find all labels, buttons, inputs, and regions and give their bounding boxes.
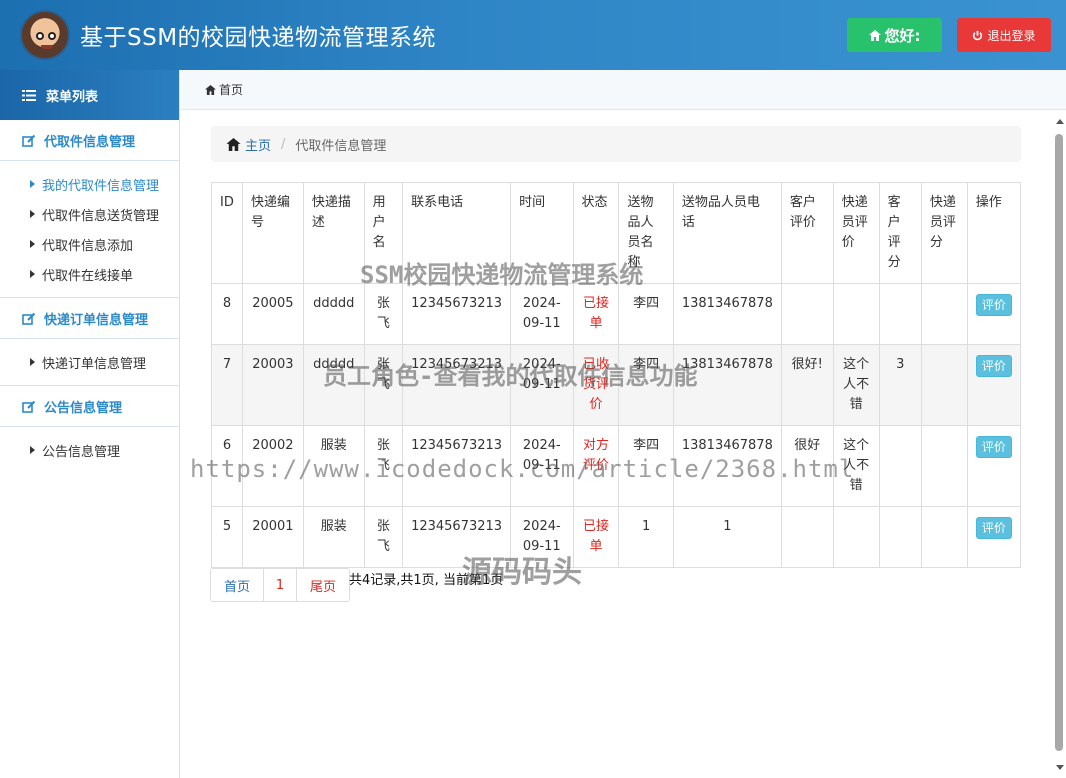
sidebar-group-label: 快递订单信息管理 [44,312,149,328]
sidebar-group-notices[interactable]: 公告信息管理 [0,386,179,427]
col-header: 快递描述 [302,182,365,284]
vertical-scrollbar[interactable] [1053,111,1066,778]
col-header: 操作 [966,182,1022,284]
sidebar-group-orders[interactable]: 快递订单信息管理 [0,298,179,339]
sidebar-item-my-pickups[interactable]: 我的代取件信息管理 [0,169,179,199]
caret-right-icon [30,180,35,188]
app-logo [20,10,70,60]
app-title: 基于SSM的校园快递物流管理系统 [80,25,437,51]
sidebar: 菜单列表 代取件信息管理 我的代取件信息管理 代取件信息送货管理 代取件信息添加… [0,70,180,778]
sidebar-item-pickup-delivery[interactable]: 代取件信息送货管理 [0,199,179,229]
sidebar-item-pickup-online[interactable]: 代取件在线接单 [0,259,179,289]
caret-right-icon [30,210,35,218]
col-header: 快递编号 [241,182,304,284]
menu-list-title: 菜单列表 [46,89,99,105]
caret-right-icon [30,270,35,278]
table-row: 8 20005 ddddd 张飞 12345673213 2024-09-11 已接单 李四… [211,283,1022,345]
col-header: 客户评价 [780,182,834,284]
edit-icon [22,134,36,147]
logout-label: 退出登录 [987,28,1036,43]
scroll-up-arrow-icon[interactable] [1056,119,1064,124]
watermark-url: https://www.icodedock.com/article/2368.h… [190,455,855,483]
page-number-link[interactable]: 1 [264,569,297,601]
col-header: 送物品人员电话 [672,182,782,284]
pagination: 首页 1 尾页 [210,568,350,602]
breadcrumb-separator: / [281,136,286,152]
home-icon [868,29,881,41]
topbar-home-link[interactable]: 首页 [219,81,243,98]
power-icon [973,30,983,40]
sidebar-item-pickup-add[interactable]: 代取件信息添加 [0,229,179,259]
sidebar-item-orders[interactable]: 快递订单信息管理 [0,347,179,377]
watermark-title: SSM校园快递物流管理系统 [360,261,644,289]
sidebar-group-items: 我的代取件信息管理 代取件信息送货管理 代取件信息添加 代取件在线接单 [0,161,179,298]
hello-button[interactable]: 您好: [847,18,942,52]
caret-right-icon [30,240,35,248]
last-page-link[interactable]: 尾页 [297,569,349,601]
watermark-subtitle: 员工角色-查看我的代取件信息功能 [323,362,698,390]
caret-right-icon [30,358,35,366]
sidebar-group-pickup[interactable]: 代取件信息管理 [0,120,179,161]
col-header: 快递员评分 [920,182,968,284]
table-row: 5 20001 服装 张飞 12345673213 2024-09-11 已接单 1 1 评价 [211,506,1022,568]
first-page-link[interactable]: 首页 [211,569,264,601]
evaluate-button[interactable]: 评价 [975,355,1012,377]
main-content: 主页 / 代取件信息管理 ID 快递编号 快递描述 用户名 联系电话 时间 状态… [181,111,1053,778]
hello-label: 您好: [884,26,921,45]
col-header: 快递员评价 [832,182,880,284]
sidebar-group-items: 公告信息管理 [0,427,179,473]
evaluate-button[interactable]: 评价 [975,436,1012,458]
status-cell: 已接单 [572,283,620,345]
sidebar-group-items: 快递订单信息管理 [0,339,179,386]
breadcrumb-home-link[interactable]: 主页 [226,135,271,154]
col-header: 客户评分 [878,182,922,284]
evaluate-button[interactable]: 评价 [975,294,1012,316]
scroll-down-arrow-icon[interactable] [1056,765,1064,770]
edit-icon [22,400,36,413]
scroll-thumb[interactable] [1055,134,1063,751]
app-header: 基于SSM的校园快递物流管理系统 您好: 退出登录 [0,0,1066,70]
sidebar-group-label: 代取件信息管理 [44,134,136,150]
breadcrumb: 主页 / 代取件信息管理 [211,126,1021,162]
evaluate-button[interactable]: 评价 [975,517,1012,539]
sidebar-group-label: 公告信息管理 [44,400,123,416]
edit-icon [22,312,36,325]
breadcrumb-current: 代取件信息管理 [295,138,387,154]
home-icon [226,137,241,151]
list-icon [22,89,36,101]
sidebar-item-notices[interactable]: 公告信息管理 [0,435,179,465]
caret-right-icon [30,446,35,454]
logout-button[interactable]: 退出登录 [957,18,1051,52]
menu-list-header: 菜单列表 [0,70,179,120]
watermark-brand: 源码码头 [462,555,582,590]
home-icon [205,84,216,95]
topbar: 首页 [181,70,1066,110]
col-header: ID [211,182,243,284]
